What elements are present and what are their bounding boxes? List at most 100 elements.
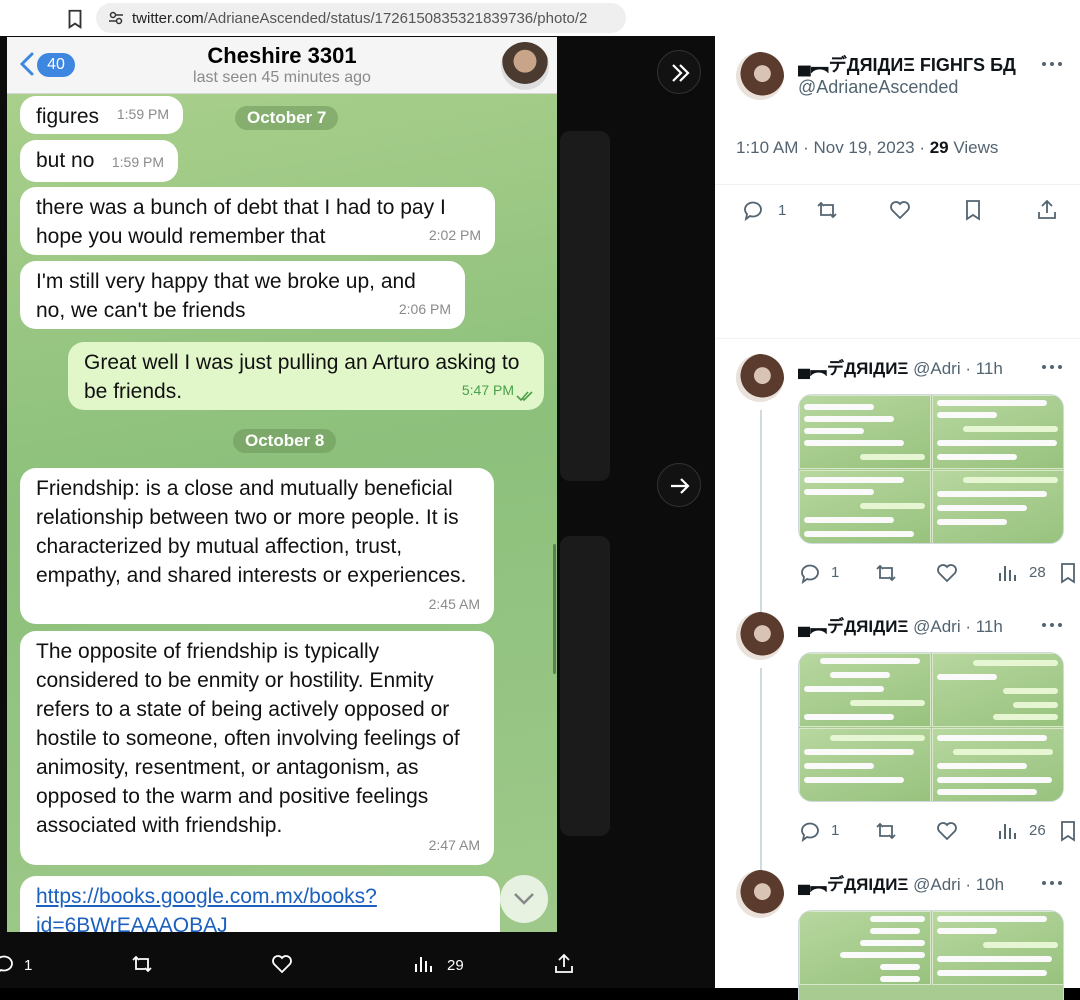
bookmark-icon	[1061, 821, 1075, 842]
reply-handle[interactable]: @Adri	[913, 875, 961, 894]
image-tile[interactable]	[799, 653, 931, 727]
reply-time[interactable]: · 10h	[965, 875, 1004, 894]
heart-icon	[272, 955, 292, 974]
reply-display-name[interactable]: ▄︻デДЯIДИΞ	[798, 617, 908, 636]
views-count: 29	[447, 957, 464, 974]
reply-button[interactable]	[741, 198, 765, 227]
message-text: Friendship: is a close and mutually bene…	[36, 477, 467, 587]
more-options-icon[interactable]	[1042, 363, 1066, 371]
reply-actions: 1 28	[798, 561, 1075, 585]
retweet-button[interactable]	[874, 819, 898, 848]
reply-icon	[801, 564, 819, 585]
bookmark-icon	[966, 200, 980, 221]
next-photo-button[interactable]	[657, 463, 701, 507]
photo-action-bar: 1 29	[0, 940, 715, 988]
contact-avatar[interactable]	[501, 42, 549, 90]
share-button[interactable]	[1035, 198, 1059, 227]
divider	[715, 338, 1080, 339]
read-checkmarks-icon	[516, 391, 533, 402]
message-link[interactable]: https://books.google.com.mx/books?	[36, 882, 484, 911]
image-tile[interactable]	[932, 653, 1063, 727]
address-bar[interactable]: twitter.com/AdrianeAscended/status/17261…	[96, 3, 626, 33]
reply-count: 1	[831, 822, 840, 839]
views-button[interactable]	[412, 952, 436, 976]
bookmark-button[interactable]	[1056, 561, 1080, 590]
reply-handle[interactable]: @Adri	[913, 359, 961, 378]
thread-reply[interactable]: ▄︻デДЯIДИΞ @Adri · 10h	[715, 870, 1080, 1000]
reply-image-grid[interactable]	[798, 652, 1064, 802]
collapse-sidebar-button[interactable]	[657, 50, 701, 94]
reply-icon	[0, 955, 13, 972]
image-tile[interactable]	[799, 395, 931, 469]
site-info-icon[interactable]	[108, 10, 124, 26]
bookmark-icon[interactable]	[64, 8, 86, 30]
chat-scrollbar[interactable]	[553, 544, 556, 674]
reply-button[interactable]	[798, 819, 822, 848]
heart-icon	[937, 822, 957, 841]
like-button[interactable]	[270, 952, 294, 976]
reply-button[interactable]	[0, 952, 16, 976]
reply-handle[interactable]: @Adri	[913, 617, 961, 636]
image-tile[interactable]	[932, 395, 1063, 469]
like-button[interactable]	[935, 819, 959, 848]
views-bar-chart-icon	[415, 957, 432, 972]
bookmark-button[interactable]	[961, 198, 985, 227]
image-tile[interactable]	[799, 728, 931, 801]
more-options-icon[interactable]	[1042, 879, 1066, 887]
message-time: 2:02 PM	[428, 227, 481, 243]
retweet-button[interactable]	[130, 952, 154, 976]
share-button[interactable]	[552, 952, 576, 976]
message-bubble: there was a bunch of debt that I had to …	[20, 187, 495, 255]
url-text[interactable]: twitter.com/AdrianeAscended/status/17261…	[132, 10, 587, 27]
image-tile[interactable]	[799, 470, 931, 543]
views-button[interactable]	[996, 561, 1020, 590]
image-tile[interactable]	[932, 728, 1063, 801]
bookmark-button[interactable]	[1056, 819, 1080, 848]
author-handle[interactable]: @AdrianeAscended	[798, 77, 958, 98]
reply-count: 1	[831, 564, 840, 581]
reply-avatar[interactable]	[736, 870, 784, 918]
retweet-button[interactable]	[874, 561, 898, 590]
tweet-photo[interactable]: 40 Cheshire 3301 last seen 45 minutes ag…	[7, 37, 557, 932]
like-button[interactable]	[935, 561, 959, 590]
last-seen-status: last seen 45 minutes ago	[193, 69, 371, 86]
reply-display-name[interactable]: ▄︻デДЯIДИΞ	[798, 875, 908, 894]
reply-image-grid[interactable]	[798, 394, 1064, 544]
reply-icon	[744, 201, 762, 222]
message-time: 2:45 AM	[428, 596, 480, 612]
retweet-icon	[817, 201, 837, 219]
unread-count-badge[interactable]: 40	[37, 53, 75, 77]
reply-button[interactable]	[798, 561, 822, 590]
author-display-name[interactable]: ▄︻デДЯIДИΞ FIGHГS БД	[798, 51, 1016, 77]
reply-image-grid[interactable]	[798, 910, 1064, 1000]
url-path: /AdrianeAscended/status/1726150835321839…	[203, 10, 588, 27]
date-separator: October 8	[233, 429, 337, 453]
image-tile[interactable]	[932, 911, 1063, 985]
message-link-continued[interactable]: id=6BWrEAAAQBAJ	[36, 911, 484, 932]
scroll-down-button[interactable]	[500, 875, 548, 923]
message-bubble: Friendship: is a close and mutually bene…	[20, 468, 494, 624]
tweet-time[interactable]: 1:10 AM · Nov 19, 2023 ·	[736, 138, 930, 157]
retweet-button[interactable]	[815, 198, 839, 227]
thread-reply[interactable]: ▄︻デДЯIДИΞ @Adri · 11h 1 28	[715, 354, 1080, 614]
like-button[interactable]	[888, 198, 912, 227]
thread-reply[interactable]: ▄︻デДЯIДИΞ @Adri · 11h 1 26	[715, 612, 1080, 872]
more-options-icon[interactable]	[1042, 60, 1066, 68]
arrow-right-icon	[671, 478, 690, 494]
image-tile[interactable]	[799, 911, 931, 985]
reply-time[interactable]: · 11h	[965, 359, 1003, 378]
message-bubble: I'm still very happy that we broke up, a…	[20, 261, 465, 329]
reply-avatar[interactable]	[736, 354, 784, 402]
retweet-icon	[132, 955, 152, 973]
reply-header: ▄︻デДЯIДИΞ @Adri · 11h	[798, 612, 1003, 637]
back-chevron-icon[interactable]	[17, 51, 37, 77]
more-options-icon[interactable]	[1042, 621, 1066, 629]
views-button[interactable]	[996, 819, 1020, 848]
reply-time[interactable]: · 11h	[965, 617, 1003, 636]
image-tile[interactable]	[932, 470, 1063, 543]
reply-avatar[interactable]	[736, 612, 784, 660]
message-text: figures	[36, 105, 100, 128]
double-chevron-right-icon	[672, 64, 690, 82]
reply-display-name[interactable]: ▄︻デДЯIДИΞ	[798, 359, 908, 378]
author-avatar[interactable]	[736, 52, 784, 100]
